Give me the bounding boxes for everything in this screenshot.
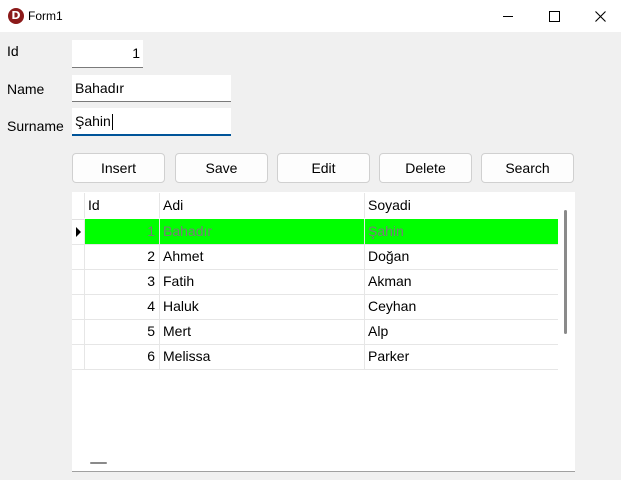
row-indicator-cell [72,219,85,244]
row-indicator-cell [72,294,85,319]
cell-soyadi[interactable]: Alp [365,319,558,344]
maximize-button[interactable] [531,0,577,32]
table-row[interactable]: 4 Haluk Ceyhan [72,294,558,320]
app-icon[interactable]: D [8,8,24,24]
cell-soyadi[interactable]: Ceyhan [365,294,558,319]
column-header-id[interactable]: Id [85,193,160,218]
edit-button[interactable]: Edit [277,153,370,183]
surname-input[interactable]: Şahin [72,108,231,136]
insert-button[interactable]: Insert [72,153,165,183]
row-indicator-cell [72,319,85,344]
minimize-button[interactable] [485,0,531,32]
cell-soyadi[interactable]: Doğan [365,244,558,269]
surname-input-value: Şahin [75,113,111,129]
name-label: Name [7,81,45,97]
horizontal-scrollbar[interactable] [90,462,107,464]
name-input[interactable]: Bahadır [72,75,231,102]
current-row-arrow-icon [76,227,81,237]
cell-id[interactable]: 6 [85,344,160,369]
cell-id[interactable]: 2 [85,244,160,269]
cell-id[interactable]: 1 [85,219,160,244]
grid-header: Id Adi Soyadi [72,193,558,220]
search-button[interactable]: Search [481,153,574,183]
surname-label: Surname [7,118,64,134]
row-indicator-cell [72,344,85,369]
cell-adi[interactable]: Haluk [160,294,365,319]
vertical-scrollbar[interactable] [564,210,567,334]
id-label: Id [7,43,19,59]
minimize-icon [503,15,513,17]
table-row[interactable]: 1 Bahadır Şahin [72,219,558,245]
table-row[interactable]: 6 Melissa Parker [72,344,558,370]
cell-soyadi[interactable]: Akman [365,269,558,294]
cell-id[interactable]: 4 [85,294,160,319]
table-row[interactable]: 5 Mert Alp [72,319,558,345]
cell-adi[interactable]: Ahmet [160,244,365,269]
delete-button[interactable]: Delete [379,153,472,183]
cell-adi[interactable]: Bahadır [160,219,365,244]
cell-adi[interactable]: Melissa [160,344,365,369]
column-header-adi[interactable]: Adi [160,193,365,218]
close-button[interactable] [577,0,621,32]
row-indicator-cell [72,269,85,294]
header-indicator-cell [72,193,85,218]
table-row[interactable]: 3 Fatih Akman [72,269,558,295]
cell-soyadi[interactable]: Şahin [365,219,558,244]
close-icon [594,10,606,22]
cell-id[interactable]: 3 [85,269,160,294]
cell-adi[interactable]: Fatih [160,269,365,294]
window-title: Form1 [28,9,63,23]
cell-soyadi[interactable]: Parker [365,344,558,369]
row-indicator-cell [72,244,85,269]
cell-adi[interactable]: Mert [160,319,365,344]
column-header-soyadi[interactable]: Soyadi [365,193,558,218]
cell-id[interactable]: 5 [85,319,160,344]
text-caret [111,114,113,131]
maximize-icon [548,10,560,22]
title-bar[interactable]: D Form1 [0,0,621,32]
table-row[interactable]: 2 Ahmet Doğan [72,244,558,270]
id-input[interactable]: 1 [72,40,143,68]
save-button[interactable]: Save [175,153,268,183]
data-grid[interactable]: Id Adi Soyadi 1 Bahadır Şahin 2 Ahmet Do… [72,192,575,472]
